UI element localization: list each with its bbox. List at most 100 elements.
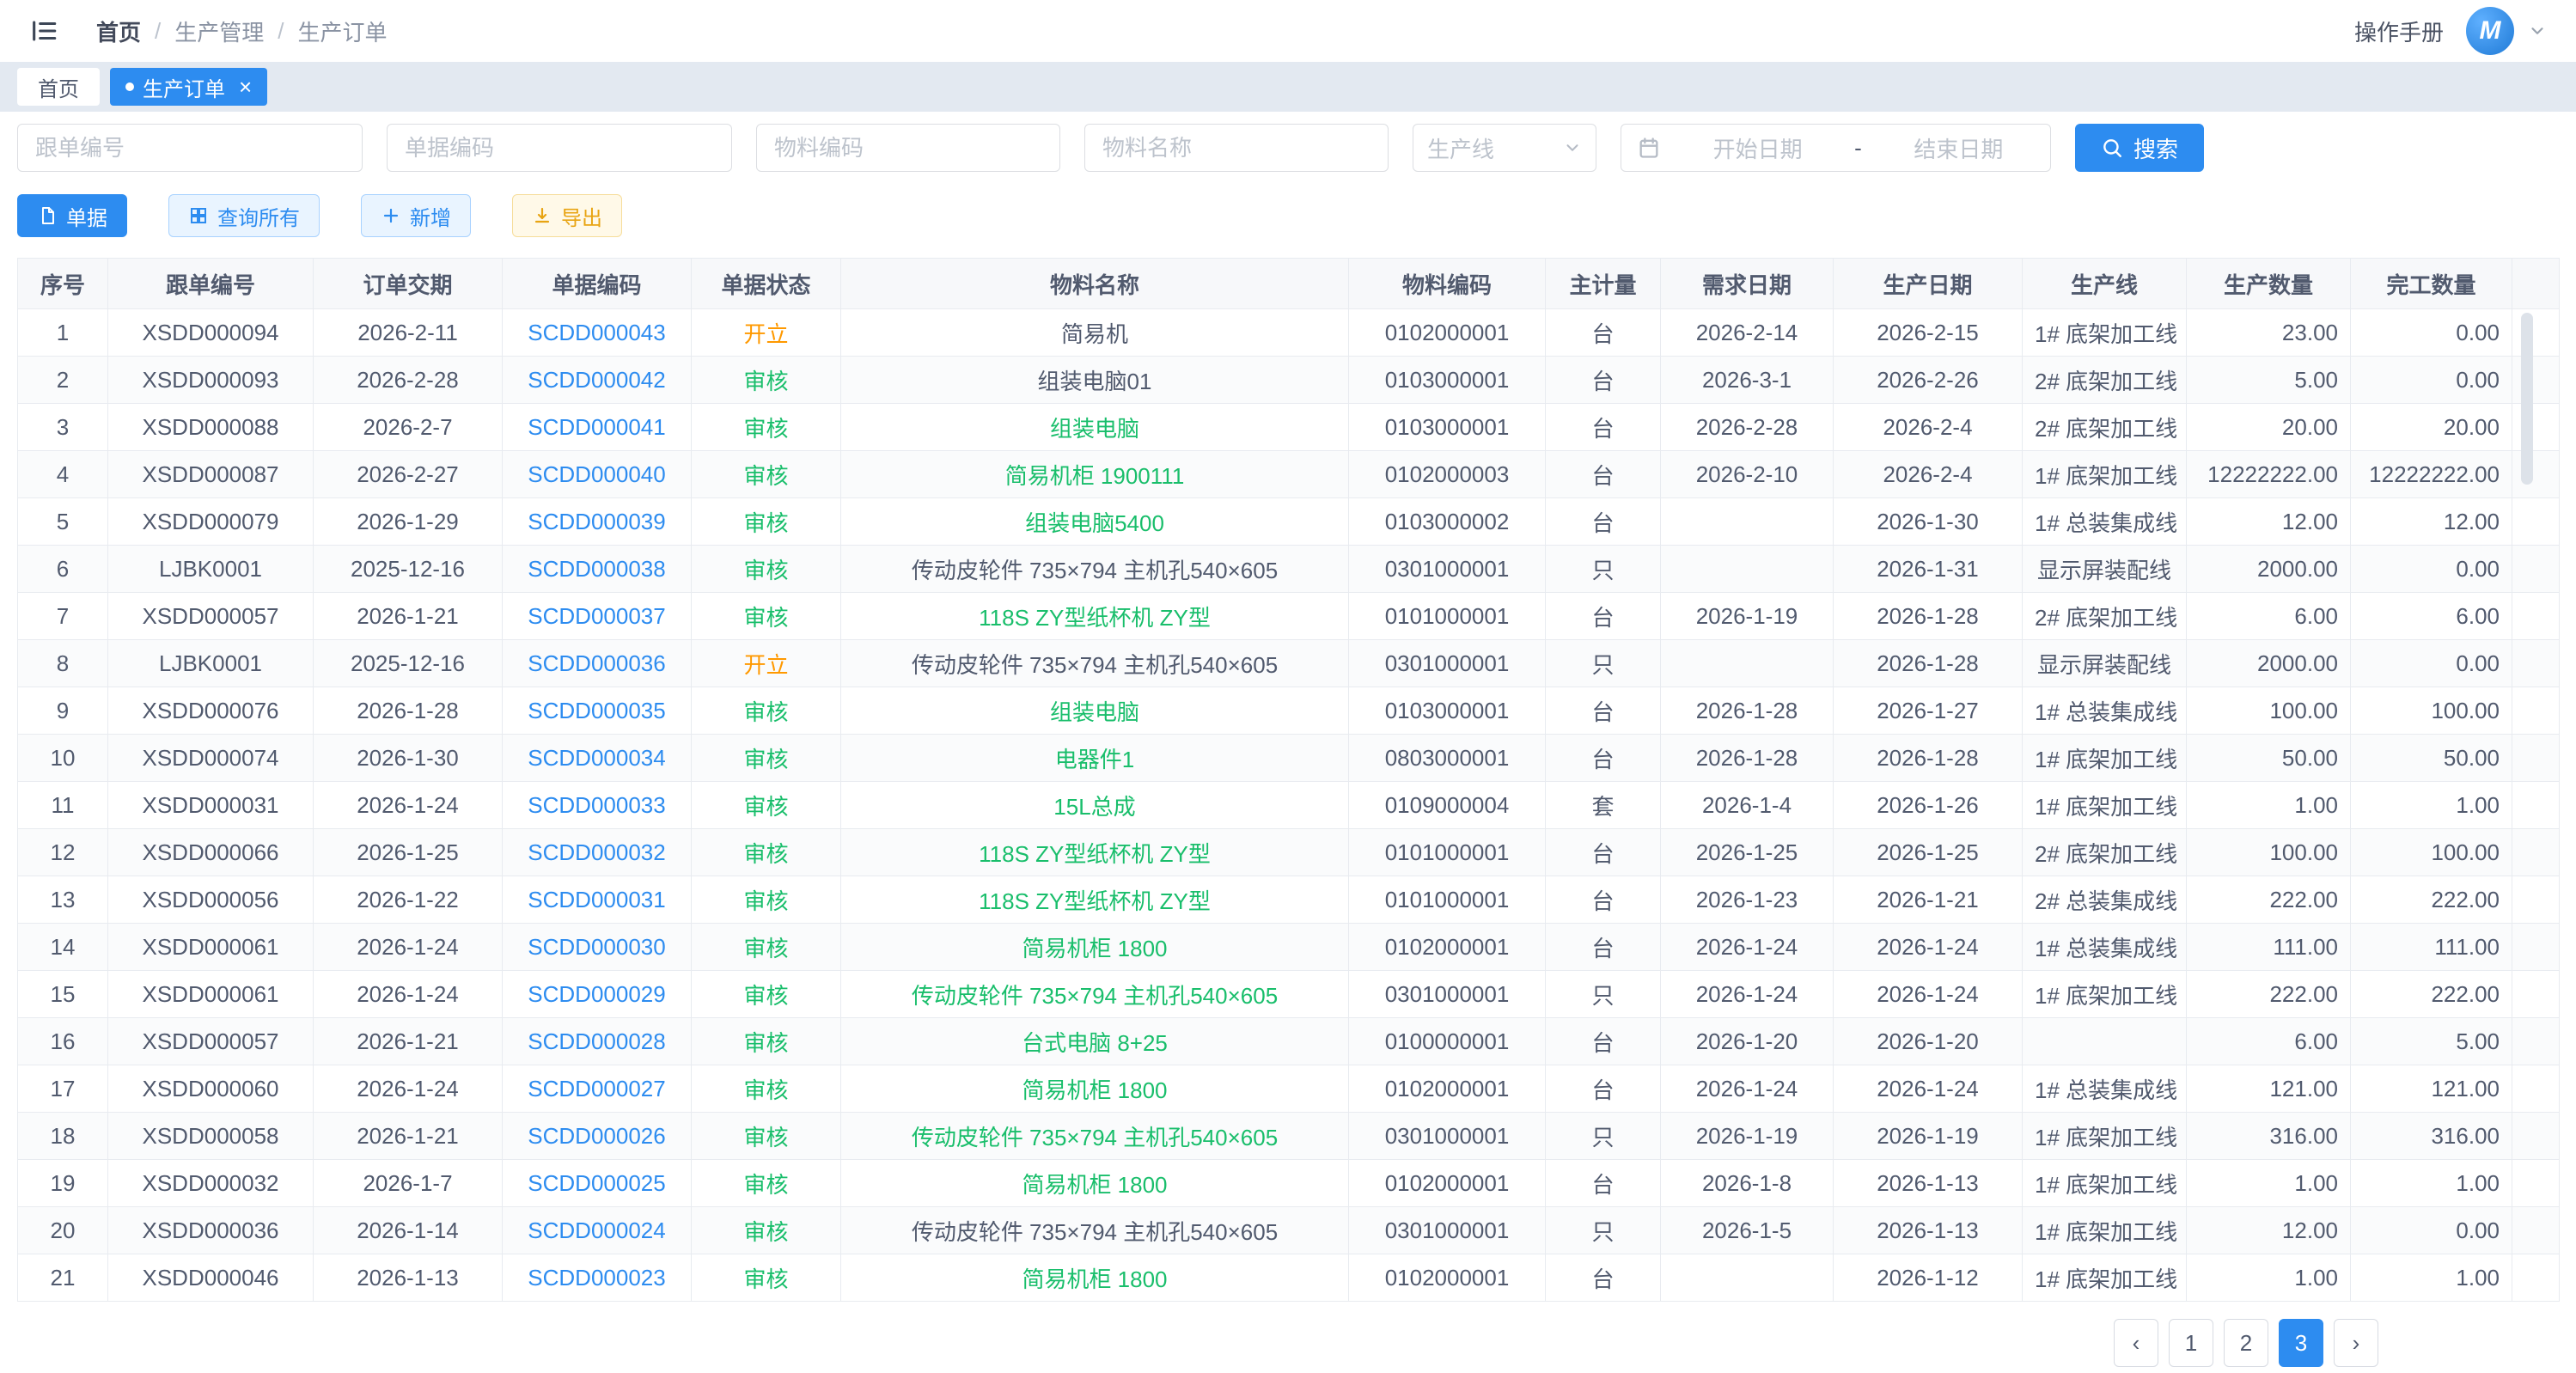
table-row[interactable]: 13XSDD0000562026-1-22SCDD000031审核118S ZY…: [18, 876, 2560, 924]
cell-material-code: 0301000001: [1349, 546, 1546, 593]
cell-doc-no[interactable]: SCDD000036: [503, 640, 692, 687]
page-button[interactable]: 1: [2169, 1319, 2213, 1367]
search-button-label: 搜索: [2133, 132, 2178, 164]
table-row[interactable]: 9XSDD0000762026-1-28SCDD000035审核组装电脑0103…: [18, 687, 2560, 735]
cell-doc-no[interactable]: SCDD000026: [503, 1113, 692, 1160]
breadcrumb-production-management[interactable]: 生产管理: [174, 15, 264, 47]
export-button[interactable]: 导出: [512, 194, 622, 237]
table-row[interactable]: 6LJBK00012025-12-16SCDD000038审核传动皮轮件 735…: [18, 546, 2560, 593]
breadcrumb-home[interactable]: 首页: [96, 15, 141, 47]
cell-doc-no[interactable]: SCDD000034: [503, 735, 692, 782]
table-row[interactable]: 4XSDD0000872026-2-27SCDD000040审核简易机柜 190…: [18, 451, 2560, 498]
table-row[interactable]: 19XSDD0000322026-1-7SCDD000025审核简易机柜 180…: [18, 1160, 2560, 1207]
table-row[interactable]: 1XSDD0000942026-2-11SCDD000043开立简易机01020…: [18, 309, 2560, 357]
cell-doc-no[interactable]: SCDD000030: [503, 924, 692, 971]
end-date-placeholder[interactable]: 结束日期: [1883, 132, 2035, 164]
cell-doc-no[interactable]: SCDD000040: [503, 451, 692, 498]
table-row[interactable]: 21XSDD0000462026-1-13SCDD000023审核简易机柜 18…: [18, 1254, 2560, 1302]
cell-production-qty: 111.00: [2187, 924, 2351, 971]
cell-doc-no[interactable]: SCDD000023: [503, 1254, 692, 1302]
production-line-select[interactable]: 生产线: [1413, 124, 1596, 172]
cell-production-line: 2# 底架加工线: [2023, 357, 2187, 404]
main-content: 生产线 开始日期 - 结束日期 搜索: [0, 112, 2576, 1367]
menu-collapse-icon[interactable]: [29, 16, 58, 46]
cell-status: 审核: [692, 593, 841, 640]
operation-manual-link[interactable]: 操作手册: [2354, 15, 2444, 47]
cell-gutter: [2512, 640, 2560, 687]
chevron-down-icon[interactable]: [2528, 21, 2547, 40]
search-button[interactable]: 搜索: [2075, 124, 2204, 172]
breadcrumb-production-order[interactable]: 生产订单: [298, 15, 388, 47]
table-row[interactable]: 15XSDD0000612026-1-24SCDD000029审核传动皮轮件 7…: [18, 971, 2560, 1018]
page-button[interactable]: ‹: [2114, 1319, 2158, 1367]
cell-production-date: 2026-1-24: [1834, 1065, 2023, 1113]
add-button[interactable]: 新增: [361, 194, 471, 237]
cell-production-date: 2026-1-24: [1834, 924, 2023, 971]
tab-close-icon[interactable]: ×: [239, 76, 252, 98]
cell-follow-no: XSDD000076: [108, 687, 314, 735]
table-row[interactable]: 5XSDD0000792026-1-29SCDD000039审核组装电脑5400…: [18, 498, 2560, 546]
table-row[interactable]: 3XSDD0000882026-2-7SCDD000041审核组装电脑01030…: [18, 404, 2560, 451]
cell-order-date: 2026-1-24: [314, 924, 503, 971]
cell-production-qty: 5.00: [2187, 357, 2351, 404]
cell-doc-no[interactable]: SCDD000035: [503, 687, 692, 735]
cell-demand-date: 2026-1-5: [1661, 1207, 1834, 1254]
cell-doc-no[interactable]: SCDD000041: [503, 404, 692, 451]
cell-doc-no[interactable]: SCDD000025: [503, 1160, 692, 1207]
table-row[interactable]: 8LJBK00012025-12-16SCDD000036开立传动皮轮件 735…: [18, 640, 2560, 687]
cell-doc-no[interactable]: SCDD000032: [503, 829, 692, 876]
page-button[interactable]: ›: [2334, 1319, 2378, 1367]
column-header: 生产日期: [1834, 259, 2023, 309]
cell-doc-no[interactable]: SCDD000027: [503, 1065, 692, 1113]
tab-bar: 首页 生产订单 ×: [0, 62, 2576, 112]
cell-doc-no[interactable]: SCDD000043: [503, 309, 692, 357]
tab-production-order[interactable]: 生产订单 ×: [110, 68, 267, 106]
cell-doc-no[interactable]: SCDD000033: [503, 782, 692, 829]
table-body: 1XSDD0000942026-2-11SCDD000043开立简易机01020…: [18, 309, 2560, 1302]
cell-production-qty: 2000.00: [2187, 546, 2351, 593]
query-all-button[interactable]: 查询所有: [168, 194, 320, 237]
table-row[interactable]: 10XSDD0000742026-1-30SCDD000034审核电器件1080…: [18, 735, 2560, 782]
cell-doc-no[interactable]: SCDD000028: [503, 1018, 692, 1065]
production-line-placeholder: 生产线: [1427, 132, 1494, 164]
table-row[interactable]: 16XSDD0000572026-1-21SCDD000028审核台式电脑 8+…: [18, 1018, 2560, 1065]
cell-production-qty: 12.00: [2187, 498, 2351, 546]
tab-home[interactable]: 首页: [17, 68, 100, 106]
doc-code-input[interactable]: [387, 124, 732, 172]
cell-doc-no[interactable]: SCDD000037: [503, 593, 692, 640]
avatar[interactable]: M: [2466, 7, 2514, 55]
date-range-picker[interactable]: 开始日期 - 结束日期: [1621, 124, 2051, 172]
cell-status: 审核: [692, 1113, 841, 1160]
table-row[interactable]: 14XSDD0000612026-1-24SCDD000030审核简易机柜 18…: [18, 924, 2560, 971]
cell-unit: 台: [1546, 1065, 1661, 1113]
material-code-input[interactable]: [756, 124, 1060, 172]
cell-material-name: 15L总成: [841, 782, 1349, 829]
cell-order-date: 2026-2-7: [314, 404, 503, 451]
table-row[interactable]: 2XSDD0000932026-2-28SCDD000042审核组装电脑0101…: [18, 357, 2560, 404]
cell-material-name: 简易机柜 1800: [841, 1160, 1349, 1207]
table-row[interactable]: 7XSDD0000572026-1-21SCDD000037审核118S ZY型…: [18, 593, 2560, 640]
cell-doc-no[interactable]: SCDD000038: [503, 546, 692, 593]
document-button[interactable]: 单据: [17, 194, 127, 237]
cell-production-date: 2026-1-13: [1834, 1160, 2023, 1207]
page-button-active[interactable]: 3: [2279, 1319, 2323, 1367]
table-row[interactable]: 20XSDD0000362026-1-14SCDD000024审核传动皮轮件 7…: [18, 1207, 2560, 1254]
cell-doc-no[interactable]: SCDD000031: [503, 876, 692, 924]
table-row[interactable]: 18XSDD0000582026-1-21SCDD000026审核传动皮轮件 7…: [18, 1113, 2560, 1160]
cell-doc-no[interactable]: SCDD000029: [503, 971, 692, 1018]
table-row[interactable]: 17XSDD0000602026-1-24SCDD000027审核简易机柜 18…: [18, 1065, 2560, 1113]
table-row[interactable]: 12XSDD0000662026-1-25SCDD000032审核118S ZY…: [18, 829, 2560, 876]
cell-doc-no[interactable]: SCDD000039: [503, 498, 692, 546]
cell-production-date: 2026-2-4: [1834, 451, 2023, 498]
cell-doc-no[interactable]: SCDD000042: [503, 357, 692, 404]
page-button[interactable]: 2: [2224, 1319, 2268, 1367]
cell-unit: 台: [1546, 924, 1661, 971]
material-name-input[interactable]: [1084, 124, 1389, 172]
start-date-placeholder[interactable]: 开始日期: [1682, 132, 1834, 164]
cell-material-name: 118S ZY型纸杯机 ZY型: [841, 876, 1349, 924]
cell-doc-no[interactable]: SCDD000024: [503, 1207, 692, 1254]
table-row[interactable]: 11XSDD0000312026-1-24SCDD000033审核15L总成01…: [18, 782, 2560, 829]
cell-demand-date: 2026-1-25: [1661, 829, 1834, 876]
follow-order-no-input[interactable]: [17, 124, 363, 172]
vertical-scrollbar-thumb[interactable]: [2521, 313, 2533, 485]
